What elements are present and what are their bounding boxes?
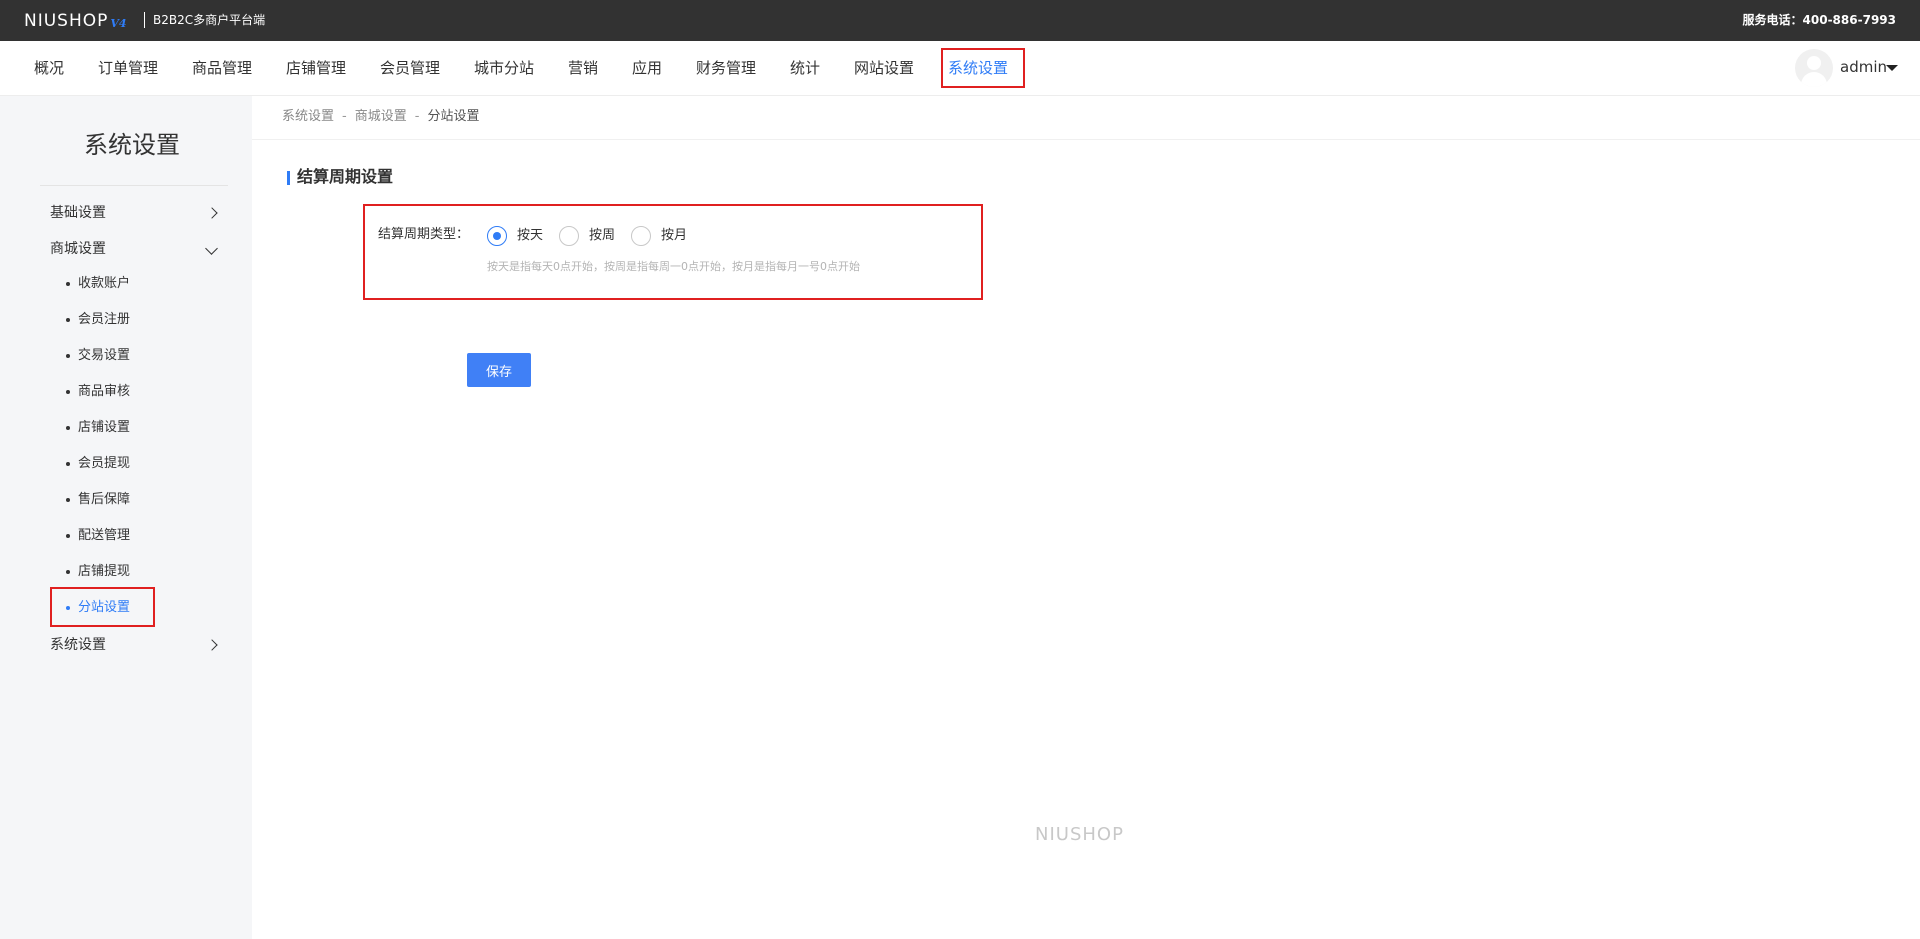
sidebar <box>0 96 252 939</box>
sidebar-item-payment-account[interactable]: 收款账户 <box>66 275 130 293</box>
breadcrumb-separator: - <box>414 109 420 124</box>
sidebar-item-label: 会员提现 <box>78 456 131 471</box>
bullet-icon <box>66 570 70 574</box>
radio-by-day[interactable] <box>487 226 507 246</box>
bullet-icon <box>66 426 70 430</box>
radio-label-week[interactable]: 按周 <box>589 227 615 245</box>
sidebar-group-mall[interactable]: 商城设置 <box>50 239 106 259</box>
nav-finance[interactable]: 财务管理 <box>696 58 756 79</box>
sidebar-item-label: 配送管理 <box>78 528 131 543</box>
breadcrumb-current: 分站设置 <box>427 109 480 124</box>
breadcrumb-item[interactable]: 系统设置 <box>282 109 334 124</box>
sidebar-highlight-box <box>50 587 155 627</box>
sidebar-item-label: 店铺提现 <box>78 564 131 579</box>
sidebar-title: 系统设置 <box>84 131 180 159</box>
bullet-icon <box>66 534 70 538</box>
sidebar-item-label: 店铺设置 <box>78 420 131 435</box>
sidebar-item-member-withdraw[interactable]: 会员提现 <box>66 455 130 473</box>
bullet-icon <box>66 462 70 466</box>
sidebar-group-basic[interactable]: 基础设置 <box>50 203 106 223</box>
sidebar-divider <box>40 185 228 186</box>
sidebar-item-label: 收款账户 <box>78 276 131 291</box>
section-accent-bar <box>287 171 290 185</box>
nav-marketing[interactable]: 营销 <box>568 58 598 79</box>
logo-divider <box>144 12 145 28</box>
bullet-icon <box>66 354 70 358</box>
sidebar-item-label: 商品审核 <box>78 384 131 399</box>
settlement-cycle-label: 结算周期类型： <box>378 227 470 242</box>
section-title: 结算周期设置 <box>297 167 394 186</box>
settlement-hint: 按天是指每天0点开始，按周是指每周一0点开始，按月是指每月一号0点开始 <box>487 260 860 273</box>
top-bar: NIUSHOP V4 B2B2C多商户平台端 服务电话：400-886-7993 <box>0 0 1920 41</box>
nav-city-substation[interactable]: 城市分站 <box>474 58 534 79</box>
sidebar-item-trade-settings[interactable]: 交易设置 <box>66 347 130 365</box>
bullet-icon <box>66 318 70 322</box>
user-name[interactable]: admin <box>1840 57 1887 78</box>
niushop-logo[interactable]: NIUSHOP V4 <box>24 11 127 31</box>
sidebar-item-shop-settings[interactable]: 店铺设置 <box>66 419 130 437</box>
sidebar-item-delivery[interactable]: 配送管理 <box>66 527 130 545</box>
nav-goods[interactable]: 商品管理 <box>192 58 252 79</box>
sidebar-item-label: 售后保障 <box>78 492 131 507</box>
breadcrumb-item[interactable]: 商城设置 <box>355 109 407 124</box>
radio-by-week[interactable] <box>559 226 579 246</box>
nav-members[interactable]: 会员管理 <box>380 58 440 79</box>
logo-version: V4 <box>110 16 127 30</box>
nav-shops[interactable]: 店铺管理 <box>286 58 346 79</box>
nav-highlight-box <box>941 48 1025 88</box>
form-highlight-box <box>363 204 983 300</box>
breadcrumb: 系统设置 - 商城设置 - 分站设置 <box>282 108 479 126</box>
bullet-icon <box>66 498 70 502</box>
sidebar-item-after-sales[interactable]: 售后保障 <box>66 491 130 509</box>
sidebar-item-shop-withdraw[interactable]: 店铺提现 <box>66 563 130 581</box>
save-button[interactable]: 保存 <box>467 353 531 387</box>
caret-down-icon[interactable] <box>1886 65 1898 71</box>
radio-label-month[interactable]: 按月 <box>661 227 687 245</box>
logo-text: NIUSHOP <box>24 11 109 31</box>
user-avatar[interactable] <box>1795 49 1833 87</box>
nav-apps[interactable]: 应用 <box>632 58 662 79</box>
radio-by-month[interactable] <box>631 226 651 246</box>
nav-statistics[interactable]: 统计 <box>790 58 820 79</box>
sidebar-item-goods-audit[interactable]: 商品审核 <box>66 383 130 401</box>
service-hotline: 服务电话：400-886-7993 <box>1742 13 1896 27</box>
breadcrumb-divider <box>252 139 1920 140</box>
footer-logo: NIUSHOP <box>1035 824 1124 845</box>
bullet-icon <box>66 390 70 394</box>
radio-label-day[interactable]: 按天 <box>517 227 543 245</box>
nav-website-settings[interactable]: 网站设置 <box>854 58 914 79</box>
bullet-icon <box>66 282 70 286</box>
breadcrumb-separator: - <box>342 109 347 124</box>
sidebar-item-label: 会员注册 <box>78 312 131 327</box>
nav-overview[interactable]: 概况 <box>34 58 64 79</box>
platform-subtitle: B2B2C多商户平台端 <box>153 13 266 27</box>
sidebar-item-member-register[interactable]: 会员注册 <box>66 311 130 329</box>
sidebar-group-system[interactable]: 系统设置 <box>50 635 106 655</box>
sidebar-item-label: 交易设置 <box>78 348 131 363</box>
nav-orders[interactable]: 订单管理 <box>98 58 158 79</box>
